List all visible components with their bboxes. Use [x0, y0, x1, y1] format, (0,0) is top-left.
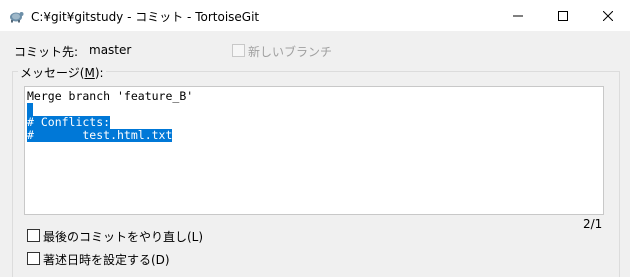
message-label: メッセージ(M): [18, 64, 106, 81]
commit-to-branch: master [89, 43, 132, 57]
amend-last-commit-checkbox[interactable] [27, 229, 40, 242]
maximize-button[interactable] [540, 0, 585, 31]
tortoisegit-app-icon [10, 12, 24, 23]
new-branch-checkbox[interactable] [232, 44, 245, 57]
close-icon [602, 10, 613, 21]
amend-last-commit-label[interactable]: 最後のコミットをやり直し(L) [43, 228, 203, 245]
title-bar: C:¥git¥gitstudy - コミット - TortoiseGit [0, 0, 630, 31]
set-author-date-label[interactable]: 著述日時を設定する(D) [43, 251, 170, 268]
maximize-icon [557, 10, 568, 21]
new-branch-label: 新しいブランチ [248, 45, 333, 59]
close-button[interactable] [585, 0, 630, 31]
page-counter: 2/1 [583, 217, 603, 231]
commit-message-editor[interactable]: Merge branch 'feature_B' # Conflicts: # … [24, 86, 604, 215]
message-accel-key: M [84, 66, 95, 80]
minimize-icon [512, 15, 523, 16]
window-title: C:¥git¥gitstudy - コミット - TortoiseGit [31, 10, 260, 24]
set-author-date-checkbox[interactable] [27, 252, 40, 265]
minimize-button[interactable] [495, 0, 540, 31]
message-line-4-selected: # test.html.txt [27, 128, 173, 142]
message-line-1: Merge branch 'feature_B' [27, 89, 194, 103]
commit-to-label: コミット先: [14, 45, 79, 59]
